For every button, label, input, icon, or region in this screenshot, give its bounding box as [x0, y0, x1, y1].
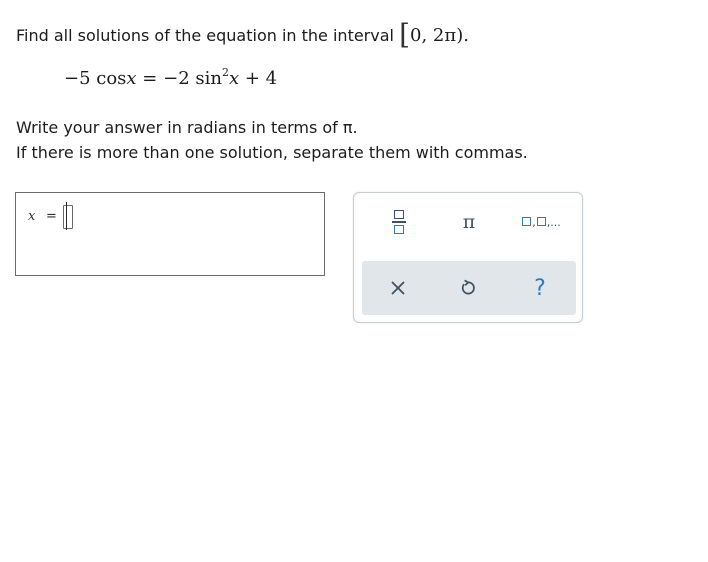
list-ellipsis: ,... — [546, 215, 561, 229]
answer-input[interactable]: x = — [15, 192, 325, 276]
pi-button[interactable]: π — [449, 207, 489, 237]
instruction-commas: If there is more than one solution, sepa… — [16, 143, 528, 162]
equation-lhs-var: x — [126, 68, 137, 89]
interval-period: . — [463, 25, 469, 46]
interval: [0, 2π). — [399, 18, 469, 51]
answer-slot[interactable] — [63, 205, 73, 229]
math-keypad: π , ,... ? — [353, 192, 583, 323]
interval-open-bracket: [ — [399, 18, 410, 51]
undo-button[interactable] — [450, 271, 486, 305]
help-button[interactable]: ? — [522, 271, 558, 305]
clear-button[interactable] — [380, 271, 416, 305]
action-bar: ? — [362, 261, 576, 315]
equation-rhs-end: + 4 — [239, 68, 278, 89]
list-separator: , — [532, 215, 536, 229]
pi-icon: π — [462, 211, 476, 233]
equation-exponent: 2 — [221, 66, 229, 79]
answer-equals: = — [46, 209, 57, 224]
answer-variable: x — [28, 209, 36, 224]
equation: −5 cosx = −2 sin2x + 4 — [64, 66, 277, 89]
equation-lhs: −5 cos — [64, 68, 127, 89]
list-button[interactable]: , ,... — [514, 207, 570, 237]
list-icon: , ,... — [522, 215, 562, 229]
interval-body: 0, 2π — [410, 25, 457, 46]
equation-rhs: −2 sin — [163, 68, 222, 89]
equation-equals: = — [136, 68, 164, 89]
text-cursor — [66, 202, 67, 230]
question-prompt: Find all solutions of the equation in th… — [16, 18, 469, 51]
undo-icon — [461, 279, 475, 295]
close-icon — [391, 281, 405, 295]
fraction-icon — [392, 210, 406, 234]
equation-rhs-var: x — [228, 68, 240, 89]
instruction-radians: Write your answer in radians in terms of… — [16, 118, 358, 137]
question-text: Find all solutions of the equation in th… — [16, 26, 400, 45]
fraction-button[interactable] — [384, 207, 414, 237]
help-icon: ? — [534, 275, 546, 301]
